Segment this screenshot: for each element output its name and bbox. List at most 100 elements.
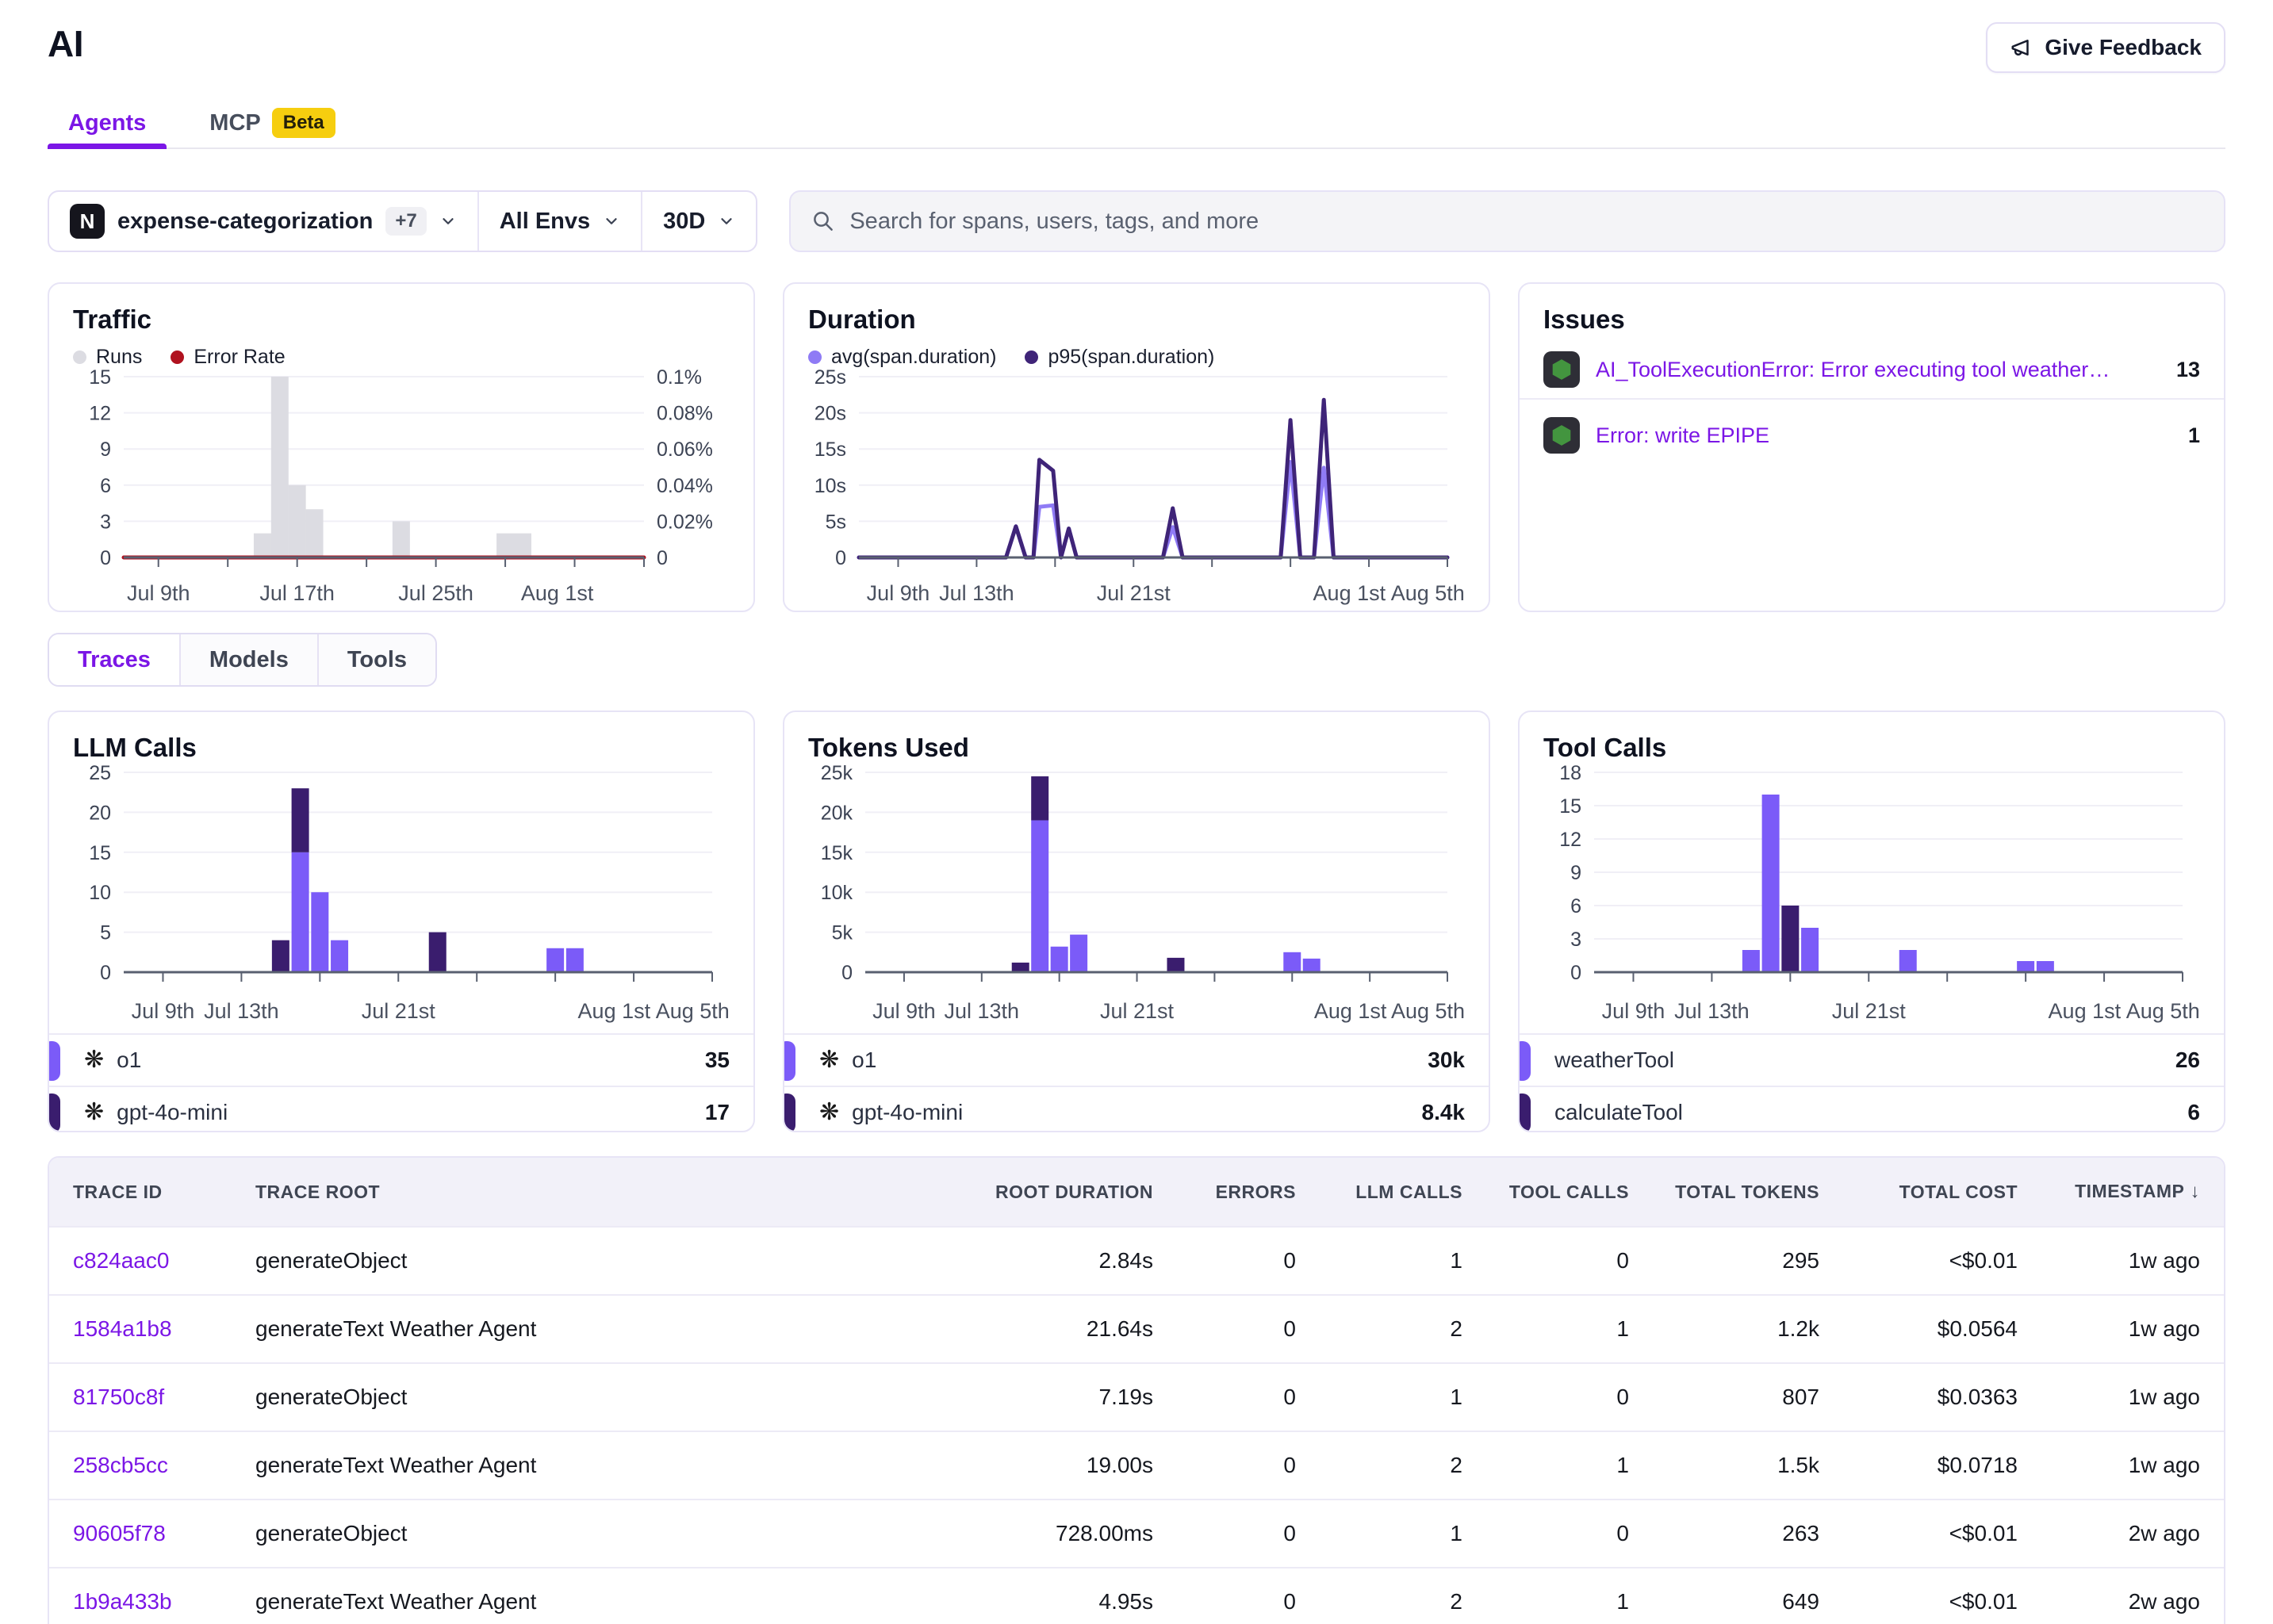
- y-axis-label: 10s: [815, 475, 846, 497]
- trace-cell: 263: [1629, 1521, 1819, 1546]
- y-axis-label: 9: [1570, 862, 1581, 884]
- project-selector[interactable]: N expense-categorization +7: [49, 192, 477, 251]
- trace-row[interactable]: 1b9a433bgenerateText Weather Agent4.95s0…: [49, 1567, 2224, 1624]
- column-header-llm-calls[interactable]: LLM CALLS: [1296, 1182, 1462, 1203]
- trace-id-link[interactable]: 258cb5cc: [73, 1453, 168, 1477]
- trace-id-link[interactable]: 1584a1b8: [73, 1316, 172, 1341]
- tool-calls-title: Tool Calls: [1520, 733, 2224, 763]
- series-color-chip: [783, 1094, 795, 1132]
- y-axis-right-label: 0.02%: [657, 511, 713, 533]
- tab-traces[interactable]: Traces: [49, 634, 179, 685]
- ai-dashboard-page: AI Give Feedback Agents MCP Beta N expen…: [0, 0, 2273, 1624]
- trace-row[interactable]: 258cb5ccgenerateText Weather Agent19.00s…: [49, 1431, 2224, 1499]
- trace-id-link[interactable]: 1b9a433b: [73, 1589, 172, 1614]
- trace-id-link[interactable]: 81750c8f: [73, 1385, 164, 1409]
- nodejs-icon: [1543, 417, 1580, 454]
- column-header-timestamp[interactable]: TIMESTAMP ↓: [2018, 1181, 2200, 1203]
- openai-icon: ❋: [819, 1048, 839, 1072]
- timestamp-value[interactable]: 1w ago: [2129, 1316, 2200, 1342]
- column-header-total-tokens[interactable]: TOTAL TOKENS: [1629, 1182, 1819, 1203]
- bar: [306, 509, 324, 557]
- trace-id-link[interactable]: c824aac0: [73, 1248, 169, 1273]
- trace-cell: 2.84s: [891, 1248, 1153, 1274]
- trace-row[interactable]: 81750c8fgenerateObject7.19s010807$0.0363…: [49, 1362, 2224, 1431]
- x-axis-label: Jul 21st: [1832, 999, 1907, 1023]
- x-axis-label: Jul 13th: [1674, 999, 1750, 1023]
- env-selector[interactable]: All Envs: [477, 192, 641, 251]
- trace-cell: 0: [1153, 1589, 1296, 1614]
- x-axis-label: Jul 9th: [1602, 999, 1665, 1023]
- x-axis-label: Jul 9th: [132, 999, 195, 1023]
- tab-agents[interactable]: Agents: [48, 98, 167, 147]
- duration-card: Duration avg(span.duration)p95(span.dura…: [783, 282, 1490, 612]
- trace-cell: <$0.01: [1819, 1248, 2018, 1274]
- bar: [1031, 820, 1048, 972]
- tab-models[interactable]: Models: [179, 634, 317, 685]
- y-axis-label: 3: [1570, 929, 1581, 951]
- x-axis-label: Jul 13th: [204, 999, 279, 1023]
- traces-table: TRACE IDTRACE ROOTROOT DURATIONERRORSLLM…: [48, 1156, 2225, 1624]
- column-header-total-cost[interactable]: TOTAL COST: [1819, 1182, 2018, 1203]
- column-header-errors[interactable]: ERRORS: [1153, 1182, 1296, 1203]
- x-axis-label: Jul 13th: [945, 999, 1020, 1023]
- date-range-selector[interactable]: 30D: [641, 192, 756, 251]
- search-input[interactable]: [849, 209, 2203, 235]
- timestamp-value[interactable]: 1w ago: [2129, 1453, 2200, 1478]
- trace-cell: 21.64s: [891, 1316, 1153, 1342]
- trace-cell: 1: [1296, 1385, 1462, 1410]
- timestamp-value[interactable]: 2w ago: [2129, 1521, 2200, 1546]
- trace-id-cell: 81750c8f: [73, 1385, 255, 1410]
- timestamp-value[interactable]: 2w ago: [2129, 1589, 2200, 1614]
- duration-chart: 05s10s15s20s25sJul 9thJul 13thJul 21stAu…: [808, 369, 1466, 607]
- issue-link[interactable]: Error: write EPIPE: [1596, 423, 1769, 448]
- tool-calls-chart: 0369121518Jul 9thJul 13thJul 21stAug 1st…: [1543, 763, 2202, 1025]
- trace-row[interactable]: 1584a1b8 generateText Weather Agent21.64s…: [49, 1294, 2224, 1362]
- legend-dot: [808, 350, 822, 364]
- timestamp-value[interactable]: 1w ago: [2129, 1385, 2200, 1410]
- trace-row[interactable]: 90605f78generateObject728.00ms010263<$0.…: [49, 1499, 2224, 1567]
- search-icon: [811, 209, 835, 233]
- trace-cell: 728.00ms: [891, 1521, 1153, 1546]
- timestamp-value[interactable]: 1w ago: [2129, 1248, 2200, 1274]
- trace-cell: generateText Weather Agent: [255, 1316, 891, 1342]
- y-axis-right-label: 0.04%: [657, 475, 713, 497]
- trace-id-link[interactable]: 90605f78: [73, 1521, 166, 1545]
- beta-badge: Beta: [272, 108, 335, 138]
- bar: [271, 377, 289, 557]
- issue-row: Error: write EPIPE1: [1520, 406, 2224, 465]
- trace-cell: 1: [1296, 1248, 1462, 1274]
- y-axis-label: 6: [1570, 895, 1581, 917]
- trace-cell: 2w ago: [2018, 1521, 2200, 1546]
- x-axis-label: Jul 9th: [127, 581, 190, 605]
- bar: [546, 948, 564, 972]
- legend-label: p95(span.duration): [1048, 346, 1214, 369]
- tab-mcp[interactable]: MCP Beta: [189, 98, 355, 147]
- y-axis-label: 3: [100, 511, 111, 533]
- chevron-down-icon: [439, 213, 457, 230]
- legend-label: Runs: [96, 346, 142, 369]
- trace-cell: 649: [1629, 1589, 1819, 1614]
- x-axis-label: Aug 5th: [1391, 999, 1465, 1023]
- column-header-trace-id[interactable]: TRACE ID: [73, 1182, 255, 1203]
- column-header-trace-root[interactable]: TRACE ROOT: [255, 1182, 891, 1203]
- trace-row[interactable]: c824aac0generateObject2.84s010295<$0.011…: [49, 1226, 2224, 1294]
- trace-cell: 1.5k: [1629, 1453, 1819, 1478]
- bar: [1283, 952, 1301, 972]
- tab-tools[interactable]: Tools: [317, 634, 435, 685]
- x-axis-label: Jul 21st: [362, 999, 436, 1023]
- x-axis-label: Aug 1st: [1314, 999, 1387, 1023]
- tokens-used-chart: 05k10k15k20k25kJul 9thJul 13thJul 21stAu…: [808, 763, 1466, 1025]
- series-value: 8.4k: [1422, 1100, 1466, 1125]
- column-header-root-duration[interactable]: ROOT DURATION: [891, 1182, 1153, 1203]
- y-axis-label: 20k: [821, 802, 853, 824]
- y-axis-label: 25k: [821, 763, 853, 784]
- legend-item: Error Rate: [171, 346, 285, 369]
- traffic-card: Traffic RunsError Rate 0030.02%60.04%90.…: [48, 282, 755, 612]
- llm-calls-card: LLM Calls 0510152025Jul 9thJul 13thJul 2…: [48, 710, 755, 1132]
- x-axis-label: Jul 21st: [1100, 999, 1175, 1023]
- issue-link[interactable]: AI_ToolExecutionError: Error executing t…: [1596, 358, 2119, 382]
- give-feedback-button[interactable]: Give Feedback: [1986, 22, 2225, 73]
- column-header-tool-calls[interactable]: TOOL CALLS: [1462, 1182, 1629, 1203]
- y-axis-label: 18: [1559, 763, 1581, 784]
- series-row: ❋gpt-4o-mini8.4k: [784, 1086, 1489, 1132]
